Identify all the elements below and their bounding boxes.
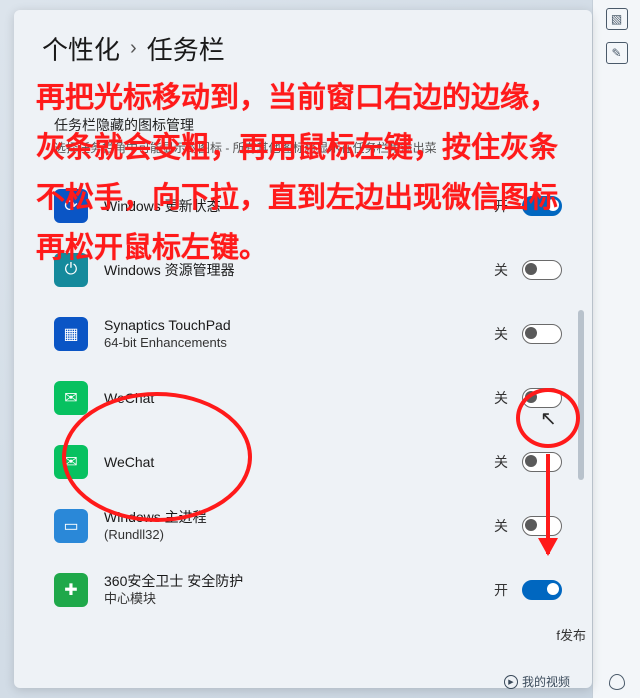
list-item: ▭ Windows 主进程 (Rundll32) 关 bbox=[54, 494, 562, 558]
toggle-switch[interactable] bbox=[522, 196, 562, 216]
play-icon: ▶ bbox=[504, 675, 518, 689]
list-item-wechat: ✉ WeChat 关 bbox=[54, 430, 562, 494]
underlay-publish-text: f发布 bbox=[556, 625, 586, 644]
app-label: WeChat bbox=[104, 389, 490, 407]
toggle-state: 关 bbox=[490, 452, 508, 472]
underlay-video-link[interactable]: ▶ 我的视频 bbox=[504, 673, 570, 690]
toggle-switch[interactable] bbox=[522, 580, 562, 600]
app-label: 360安全卫士 安全防护 中心模块 bbox=[104, 572, 490, 607]
breadcrumb-current: 任务栏 bbox=[147, 30, 225, 67]
wechat-icon: ✉ bbox=[54, 381, 88, 415]
toggle-switch[interactable] bbox=[522, 516, 562, 536]
chevron-up-icon[interactable]: ˄ bbox=[538, 140, 552, 156]
list-item: ⟳ Windows 更新状态 开 bbox=[54, 174, 562, 238]
toggle-state: 关 bbox=[490, 388, 508, 408]
wechat-icon: ✉ bbox=[54, 445, 88, 479]
chevron-right-icon: › bbox=[130, 37, 137, 60]
secondary-window-strip: ▧ ✎ bbox=[592, 0, 640, 698]
360-icon: ✚ bbox=[54, 573, 88, 607]
toggle-switch[interactable] bbox=[522, 324, 562, 344]
power-icon: ⏻ bbox=[54, 253, 88, 287]
toggle-switch[interactable] bbox=[522, 388, 562, 408]
list-item: ✚ 360安全卫士 安全防护 中心模块 开 bbox=[54, 558, 562, 622]
toggle-state: 开 bbox=[490, 580, 508, 600]
breadcrumb[interactable]: 个性化 › 任务栏 bbox=[14, 10, 592, 77]
rundll-icon: ▭ bbox=[54, 509, 88, 543]
image-icon[interactable]: ▧ bbox=[606, 8, 628, 30]
touchpad-icon: ▦ bbox=[54, 317, 88, 351]
section-title: 任务栏隐藏的图标管理 bbox=[14, 77, 592, 137]
windows-update-icon: ⟳ bbox=[54, 189, 88, 223]
app-label: Windows 资源管理器 bbox=[104, 261, 490, 279]
settings-panel: 个性化 › 任务栏 任务栏隐藏的图标管理 选择任务栏角中可能显示的图标 - 所有… bbox=[14, 10, 592, 688]
section-subtitle-text: 选择任务栏角中可能显示的图标 - 所有其他图标将显示在任务栏角溢出菜 bbox=[54, 139, 437, 156]
shield-icon bbox=[609, 674, 625, 690]
breadcrumb-parent[interactable]: 个性化 bbox=[42, 30, 120, 67]
toggle-state: 开 bbox=[490, 196, 508, 216]
scrollbar-thumb[interactable] bbox=[578, 310, 584, 480]
toggle-state: 关 bbox=[490, 260, 508, 280]
list-item-wechat: ✉ WeChat 关 bbox=[54, 366, 562, 430]
app-label: Windows 更新状态 bbox=[104, 197, 490, 215]
app-label: Windows 主进程 (Rundll32) bbox=[104, 508, 490, 543]
toggle-switch[interactable] bbox=[522, 452, 562, 472]
taskbar-icon-list: ⟳ Windows 更新状态 开 ⏻ Windows 资源管理器 关 ▦ Syn… bbox=[14, 174, 592, 622]
toggle-switch[interactable] bbox=[522, 260, 562, 280]
toggle-state: 关 bbox=[490, 516, 508, 536]
list-item: ⏻ Windows 资源管理器 关 bbox=[54, 238, 562, 302]
app-label: Synaptics TouchPad 64-bit Enhancements bbox=[104, 316, 490, 351]
list-item: ▦ Synaptics TouchPad 64-bit Enhancements… bbox=[54, 302, 562, 366]
underlay-video-label: 我的视频 bbox=[522, 673, 570, 690]
toggle-state: 关 bbox=[490, 324, 508, 344]
app-label: WeChat bbox=[104, 453, 490, 471]
section-subtitle: 选择任务栏角中可能显示的图标 - 所有其他图标将显示在任务栏角溢出菜 ˄ bbox=[14, 137, 592, 156]
link-icon[interactable]: ✎ bbox=[606, 42, 628, 64]
